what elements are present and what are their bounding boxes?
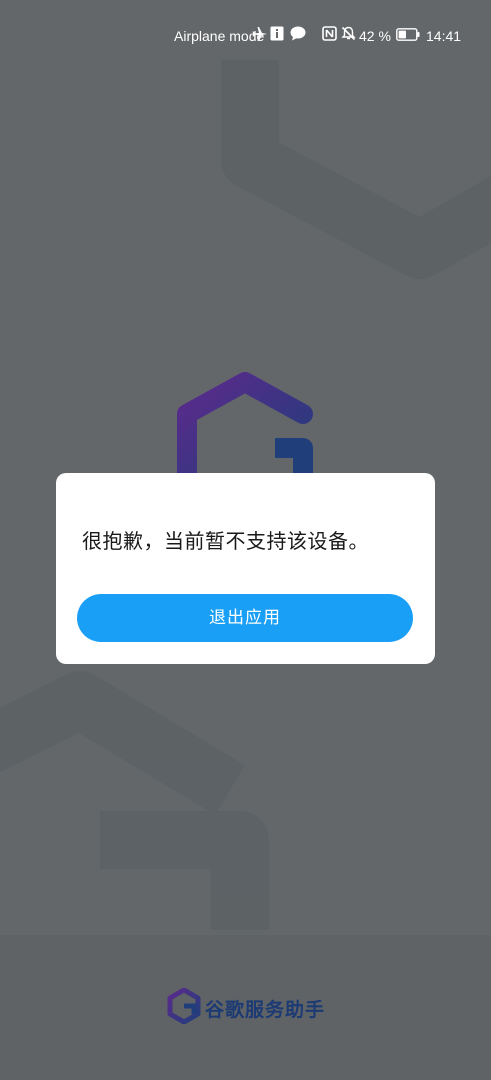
- mute-icon: [341, 26, 356, 46]
- battery-percent: 42 %: [359, 28, 391, 44]
- unsupported-device-dialog: 很抱歉，当前暂不支持该设备。 退出应用: [56, 473, 435, 664]
- airplane-icon: [252, 26, 268, 47]
- message-icon: [290, 26, 306, 46]
- footer-brand: 谷歌服务助手: [0, 935, 491, 1080]
- battery-icon: [396, 26, 420, 46]
- nfc-icon: [322, 26, 337, 46]
- status-bar: Airplane mode 42 % 14:41: [0, 0, 491, 72]
- airplane-mode-label: Airplane mode: [174, 28, 265, 44]
- app-name: 谷歌服务助手: [205, 999, 326, 1021]
- dialog-message: 很抱歉，当前暂不支持该设备。: [82, 529, 369, 553]
- app-logo-small-icon: [167, 988, 201, 1024]
- clock: 14:41: [426, 28, 462, 44]
- info-icon: [270, 26, 284, 46]
- app-screen: Airplane mode 42 % 14:41 很抱歉，当前暂不支持该设备。 …: [0, 0, 491, 1080]
- exit-app-button[interactable]: 退出应用: [77, 594, 413, 642]
